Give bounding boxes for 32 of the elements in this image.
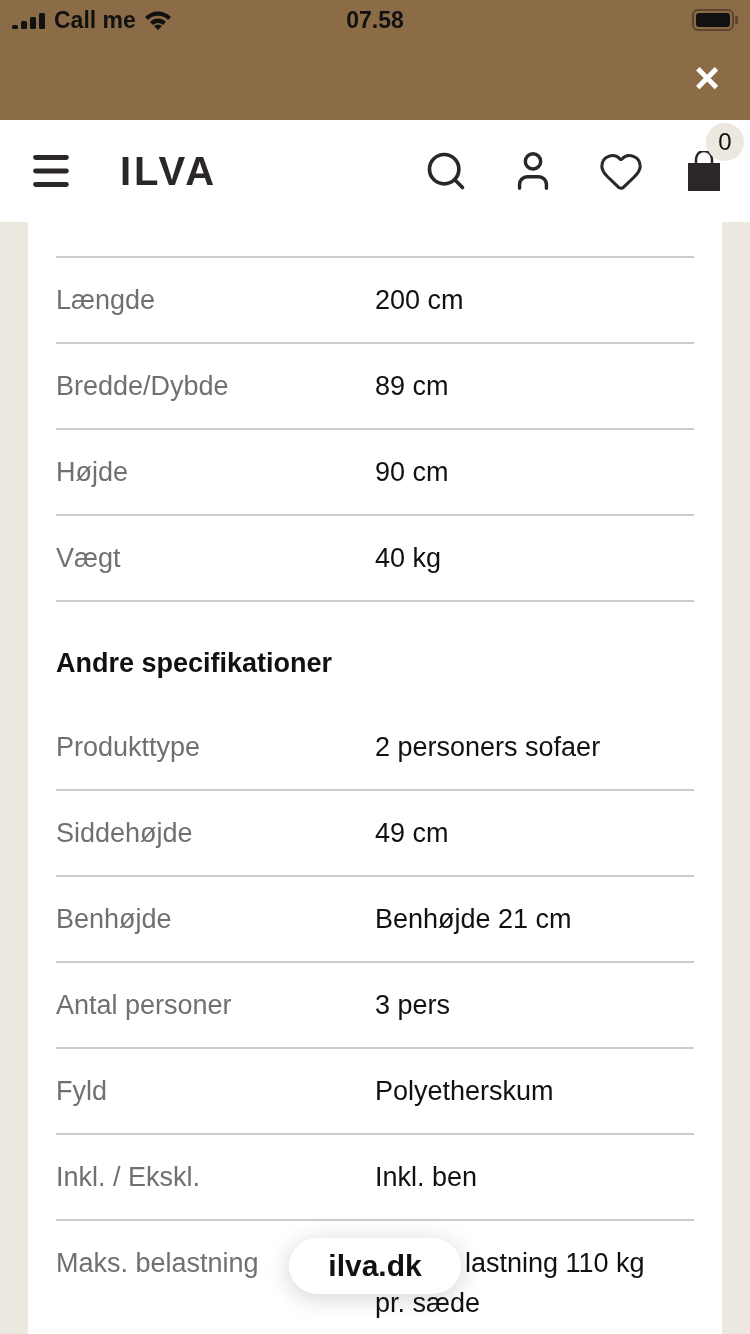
spec-value: 40 kg: [375, 542, 443, 574]
section-title: Andre specifikationer: [56, 647, 334, 680]
spec-label: Fyld: [56, 1075, 108, 1107]
signal-icon: [12, 11, 46, 29]
spec-label: Benhøjde: [56, 903, 173, 935]
url-pill[interactable]: ilva.dk: [289, 1238, 461, 1294]
clock-time: 07.58: [346, 6, 404, 34]
spec-label: Længde: [56, 284, 157, 316]
spec-value: Polyetherskum: [375, 1075, 555, 1107]
battery-icon: [692, 9, 738, 31]
spec-value: Inkl. ben: [375, 1161, 479, 1193]
spec-label: Produkttype: [56, 731, 202, 763]
spec-value: lastning 110 kg: [465, 1247, 645, 1279]
wifi-icon: [143, 10, 172, 30]
shopping-bag-icon[interactable]: [686, 151, 722, 191]
spec-value: 49 cm: [375, 817, 450, 849]
spec-label: Antal personer: [56, 989, 233, 1021]
spec-label: Højde: [56, 456, 130, 488]
spec-label: Siddehøjde: [56, 817, 194, 849]
spec-value: 2 personers sofaer: [375, 731, 602, 763]
spec-value: Benhøjde 21 cm: [375, 903, 573, 935]
carrier-name: Call me: [54, 6, 136, 34]
spec-value: 200 cm: [375, 284, 465, 316]
spec-value: 3 pers: [375, 989, 452, 1021]
cart-count: 0: [706, 123, 744, 161]
spec-value: 89 cm: [375, 370, 450, 402]
spec-label: Bredde/Dybde: [56, 370, 230, 402]
spec-value: 90 cm: [375, 456, 450, 488]
close-button[interactable]: ×: [694, 58, 720, 98]
spec-label: Vægt: [56, 542, 122, 574]
spec-label: Inkl. / Ekskl.: [56, 1161, 202, 1193]
logo[interactable]: ILVA: [120, 148, 382, 194]
